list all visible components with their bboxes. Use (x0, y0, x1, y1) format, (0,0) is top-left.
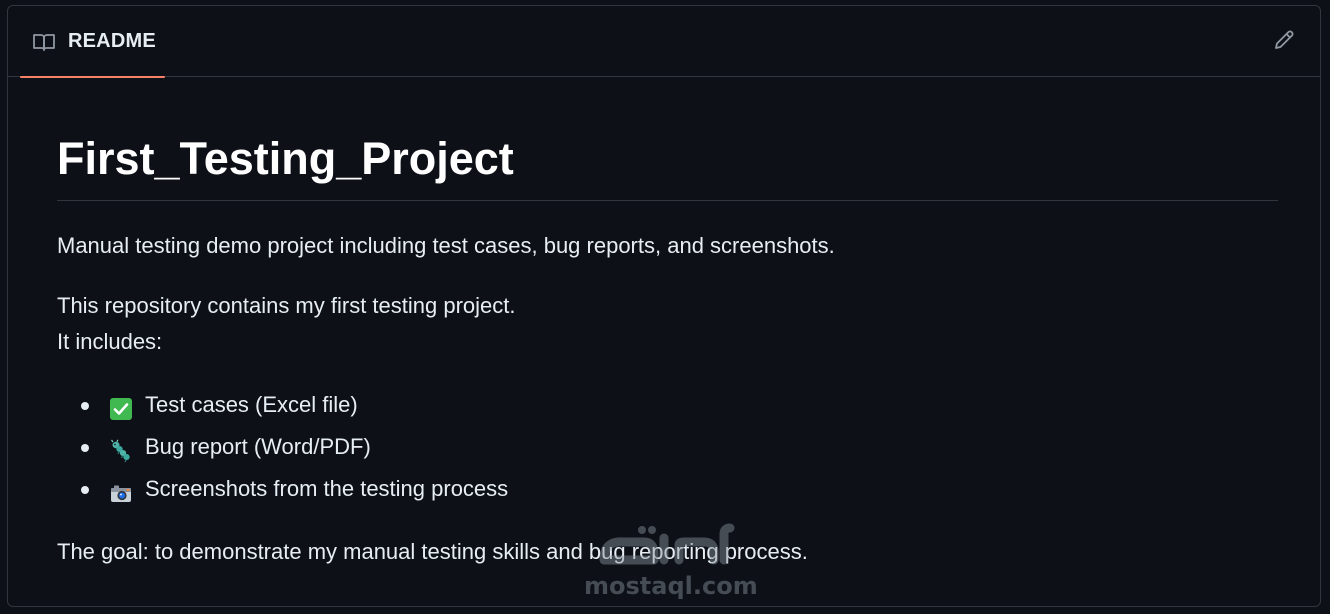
tab-readme[interactable]: README (20, 6, 165, 78)
book-icon (32, 32, 56, 52)
camera-icon (109, 477, 133, 502)
tab-label: README (68, 30, 156, 52)
readme-title: First_Testing_Project (57, 77, 1278, 201)
list-item: Screenshots from the testing process (81, 468, 1278, 510)
list-item: Test cases (Excel file) (81, 384, 1278, 426)
pencil-icon (1272, 30, 1296, 56)
readme-description: Manual testing demo project including te… (57, 233, 835, 258)
bug-icon (109, 435, 133, 463)
check-box-icon (109, 393, 133, 420)
readme-panel: README First_Testing_Project Manual test… (7, 5, 1321, 607)
list-item-text: Bug report (Word/PDF) (145, 434, 371, 459)
list-item-text: Screenshots from the testing process (145, 476, 509, 501)
edit-button[interactable] (1272, 28, 1296, 52)
list-item: Bug report (Word/PDF) (81, 426, 1278, 468)
bullet (81, 444, 89, 452)
bullet (81, 402, 89, 410)
bullet (81, 486, 89, 494)
readme-header: README (8, 6, 1320, 78)
readme-goal: The goal: to demonstrate my manual testi… (57, 539, 808, 564)
includes-list: Test cases (Excel file) Bug report (Word… (57, 384, 1278, 510)
list-item-text: Test cases (Excel file) (145, 392, 358, 417)
readme-content: First_Testing_Project Manual testing dem… (57, 77, 1278, 570)
intro-line-2: It includes: (57, 329, 163, 354)
intro-line-1: This repository contains my first testin… (57, 293, 516, 318)
readme-intro: This repository contains my first testin… (57, 288, 1278, 360)
